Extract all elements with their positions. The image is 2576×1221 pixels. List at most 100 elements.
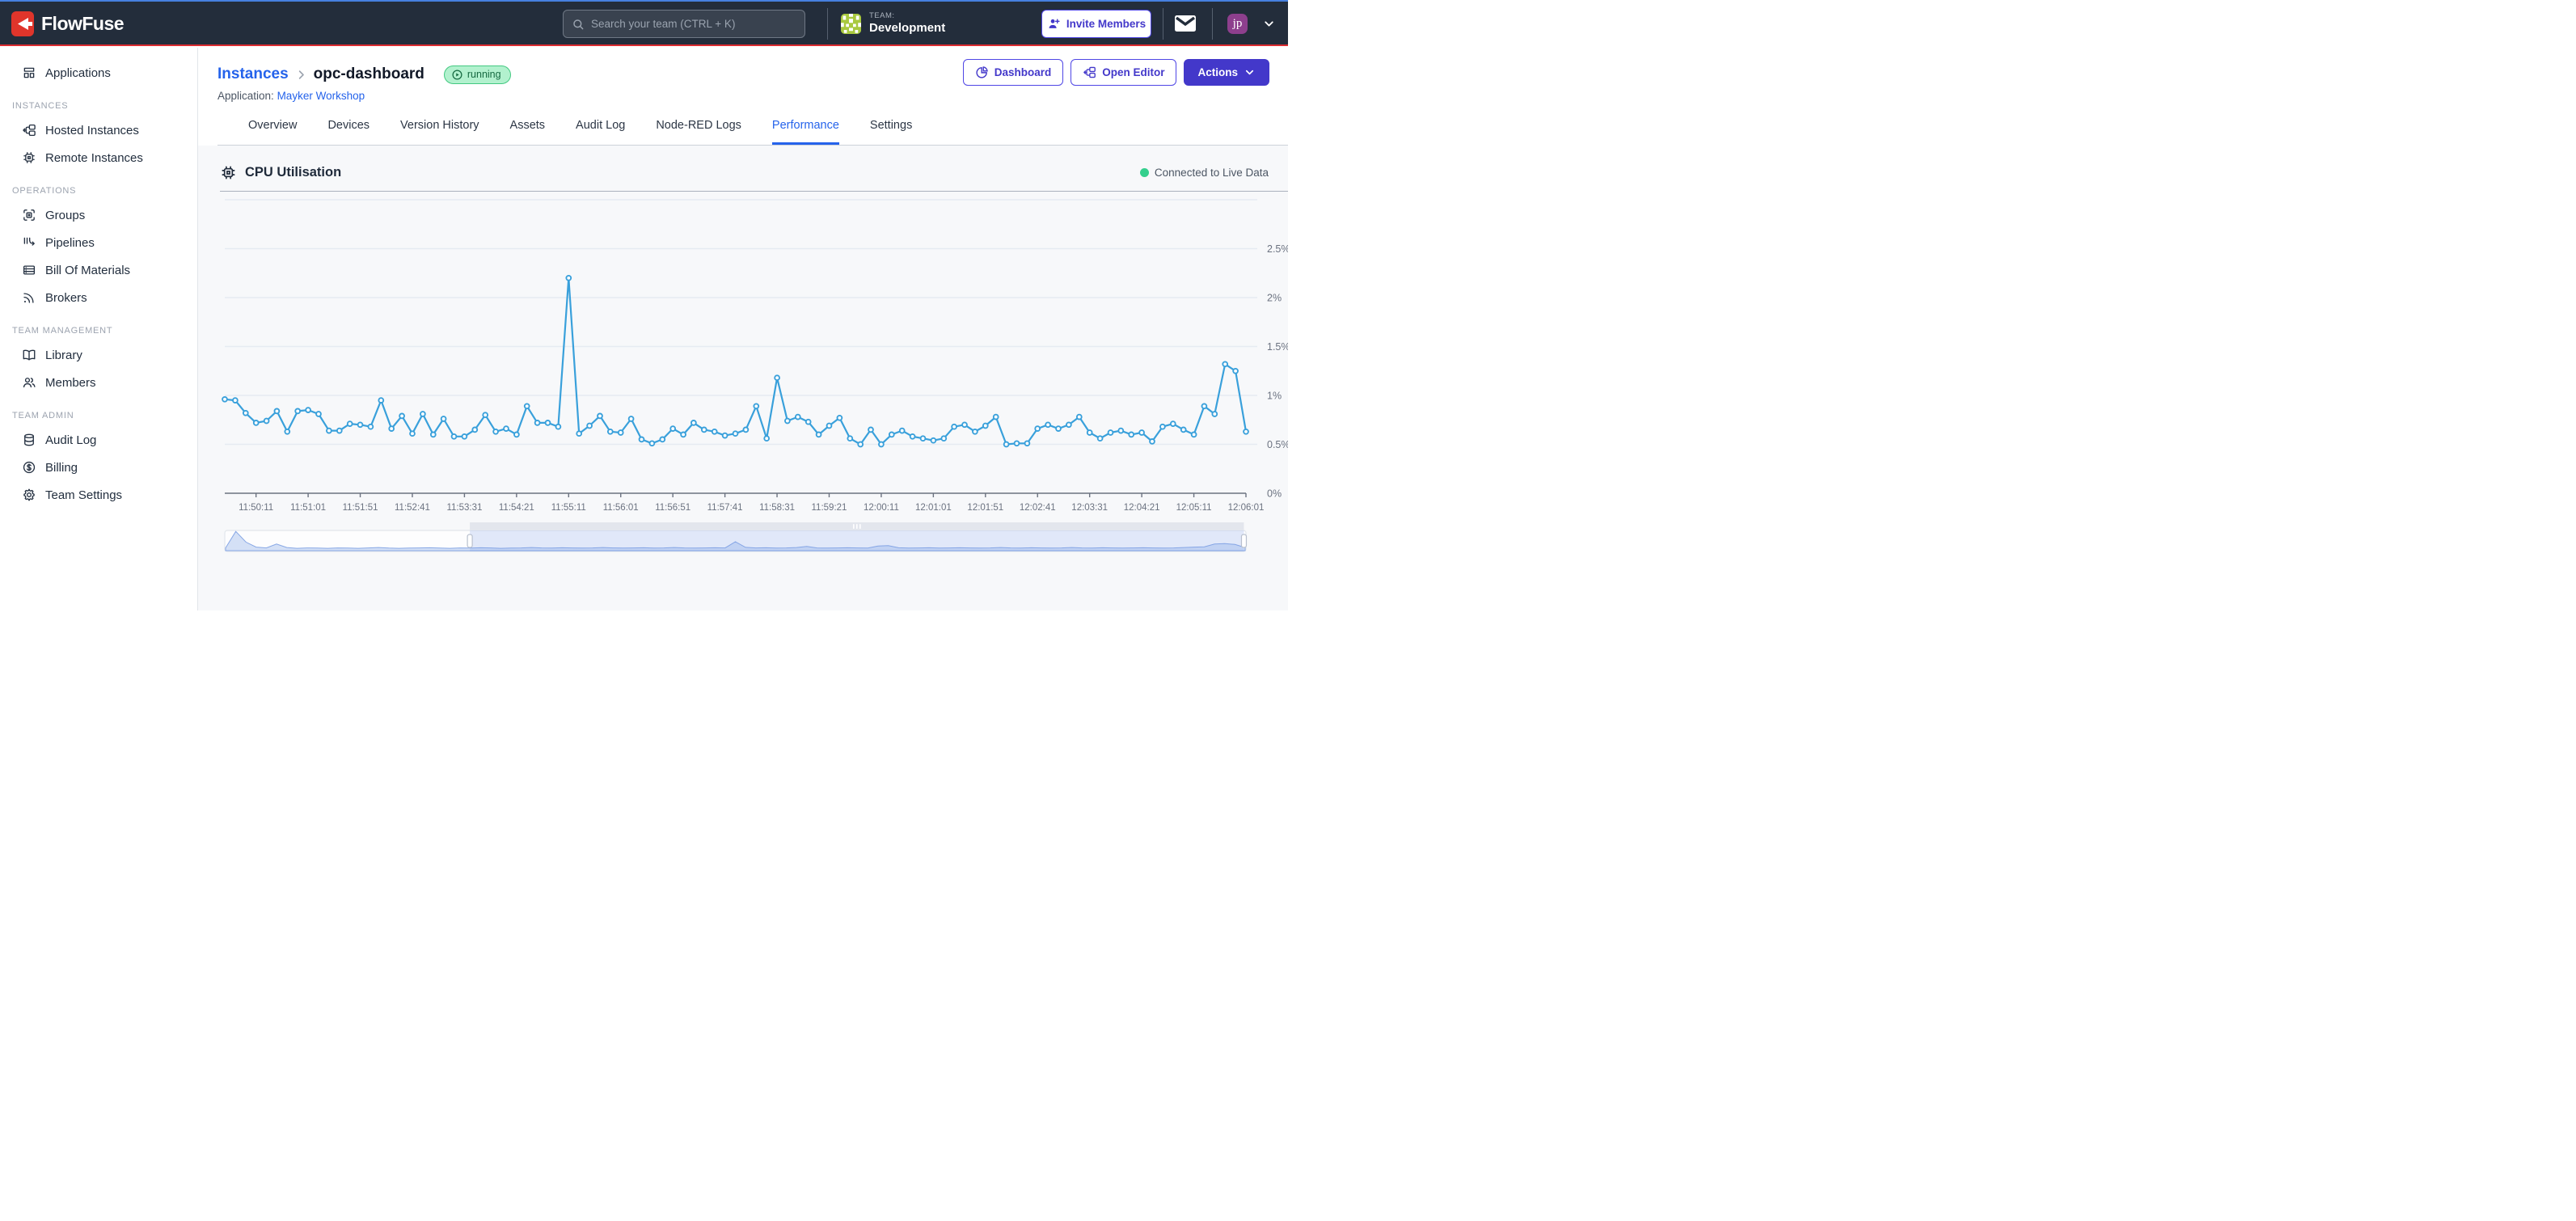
data-point-marker: [994, 415, 999, 420]
data-point-marker: [973, 429, 978, 434]
application-row: Application: Mayker Workshop: [217, 90, 1288, 104]
status-text: running: [467, 69, 501, 80]
data-point-marker: [514, 433, 519, 437]
data-point-marker: [702, 428, 707, 433]
data-point-marker: [754, 403, 758, 408]
data-point-marker: [504, 426, 509, 431]
team-settings-icon: [22, 488, 36, 502]
data-point-marker: [285, 429, 289, 434]
y-axis-label: 0%: [1267, 488, 1282, 500]
tab-version-history[interactable]: Version History: [400, 119, 479, 145]
data-point-marker: [1025, 441, 1030, 446]
library-icon: [22, 348, 36, 362]
tab-performance[interactable]: Performance: [772, 119, 839, 145]
search-input[interactable]: [591, 18, 796, 30]
sidebar-section-label: OPERATIONS: [0, 186, 197, 197]
navbar-separator: [1212, 8, 1213, 40]
data-point-marker: [358, 422, 363, 427]
data-point-marker: [337, 429, 342, 433]
data-point-marker: [670, 426, 675, 431]
data-point-marker: [441, 416, 446, 421]
sidebar-item-label: Bill Of Materials: [45, 264, 130, 277]
data-point-marker: [952, 425, 956, 429]
open-editor-button[interactable]: Open Editor: [1071, 59, 1176, 86]
brush-handle-right[interactable]: [1241, 534, 1246, 547]
tab-settings[interactable]: Settings: [870, 119, 912, 145]
team-avatar: [841, 14, 861, 34]
user-menu[interactable]: jp: [1227, 2, 1276, 46]
data-point-marker: [1129, 433, 1134, 437]
chart-range-brush[interactable]: [198, 521, 1288, 562]
brush-grip-icon: [859, 524, 861, 529]
brand[interactable]: FlowFuse: [11, 2, 124, 46]
x-axis-label: 11:55:11: [551, 503, 586, 513]
invite-members-button[interactable]: Invite Members: [1041, 10, 1151, 38]
pipelines-icon: [22, 235, 36, 250]
brush-grip-icon: [853, 524, 855, 529]
dashboard-button[interactable]: Dashboard: [963, 59, 1064, 86]
sidebar-item-team-settings[interactable]: Team Settings: [0, 481, 197, 509]
flowfuse-logo-icon: [11, 11, 34, 36]
x-axis-label: 11:52:41: [395, 503, 430, 513]
data-point-marker: [1087, 430, 1092, 435]
cpu-line-series: [225, 278, 1246, 445]
data-point-marker: [868, 428, 873, 433]
breadcrumb-instances-link[interactable]: Instances: [217, 65, 289, 83]
data-point-marker: [640, 437, 644, 442]
play-circle-icon: [451, 69, 463, 81]
data-point-marker: [483, 412, 488, 417]
data-point-marker: [921, 436, 926, 441]
data-point-marker: [525, 403, 530, 408]
data-point-marker: [275, 409, 280, 414]
sidebar-item-brokers[interactable]: Brokers: [0, 284, 197, 311]
sidebar-item-groups[interactable]: Groups: [0, 201, 197, 229]
data-point-marker: [1066, 422, 1071, 427]
data-point-marker: [838, 416, 842, 420]
data-point-marker: [806, 420, 811, 425]
data-point-marker: [452, 434, 457, 439]
tab-devices[interactable]: Devices: [327, 119, 370, 145]
brush-selection[interactable]: [470, 530, 1244, 551]
sidebar-item-hosted-instances[interactable]: Hosted Instances: [0, 116, 197, 144]
data-point-marker: [941, 436, 946, 441]
data-point-marker: [764, 436, 769, 441]
brush-handle-left[interactable]: [467, 534, 472, 547]
sidebar-item-label: Pipelines: [45, 236, 95, 250]
sidebar-item-remote-instances[interactable]: Remote Instances: [0, 144, 197, 171]
pie-chart-icon: [975, 65, 989, 79]
bill-of-materials-icon: [22, 263, 36, 277]
sidebar-item-pipelines[interactable]: Pipelines: [0, 229, 197, 256]
data-point-marker: [1004, 442, 1009, 447]
application-link[interactable]: Mayker Workshop: [277, 90, 365, 102]
sidebar-section-label: TEAM MANAGEMENT: [0, 326, 197, 337]
actions-button[interactable]: Actions: [1184, 59, 1269, 86]
data-point-marker: [785, 419, 790, 424]
sidebar-item-applications[interactable]: Applications: [0, 59, 197, 87]
sidebar-item-bill-of-materials[interactable]: Bill Of Materials: [0, 256, 197, 284]
sidebar-item-audit-log[interactable]: Audit Log: [0, 426, 197, 454]
data-point-marker: [858, 442, 863, 447]
sidebar-item-billing[interactable]: Billing: [0, 454, 197, 481]
tab-overview[interactable]: Overview: [248, 119, 297, 145]
y-axis-label: 2%: [1267, 293, 1282, 304]
data-point-marker: [1045, 422, 1050, 427]
x-axis-label: 12:00:11: [864, 503, 899, 513]
mail-button[interactable]: [1174, 13, 1197, 34]
data-point-marker: [348, 421, 353, 426]
tab-assets[interactable]: Assets: [510, 119, 546, 145]
tab-audit-log[interactable]: Audit Log: [576, 119, 625, 145]
data-point-marker: [316, 412, 321, 416]
data-point-marker: [431, 433, 436, 437]
sidebar-item-library[interactable]: Library: [0, 341, 197, 369]
top-navbar: FlowFuse TEAM: Development: [0, 2, 1288, 46]
sidebar-item-label: Members: [45, 376, 96, 390]
team-search[interactable]: [563, 10, 805, 38]
data-point-marker: [389, 426, 394, 431]
sidebar-item-members[interactable]: Members: [0, 369, 197, 396]
team-label: TEAM:: [869, 12, 945, 21]
open-editor-button-label: Open Editor: [1102, 66, 1164, 78]
cpu-chip-icon: [220, 164, 237, 181]
data-point-marker: [587, 424, 592, 429]
tab-node-red-logs[interactable]: Node-RED Logs: [656, 119, 741, 145]
y-axis-label: 0.5%: [1267, 439, 1288, 450]
